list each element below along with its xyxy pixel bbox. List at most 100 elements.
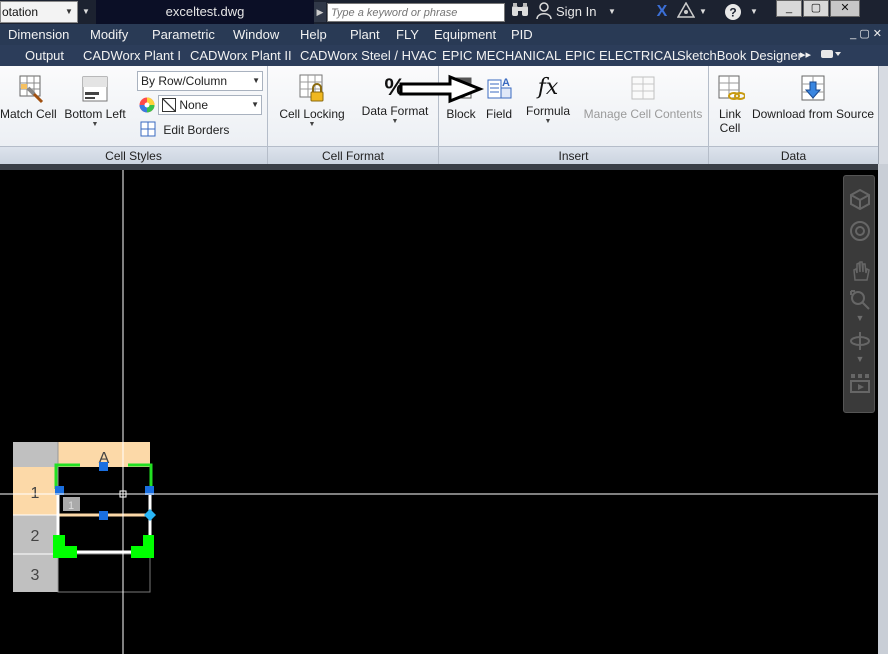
sign-in-link[interactable]: Sign In xyxy=(556,0,596,24)
chevron-down-icon[interactable]: ▼ xyxy=(748,2,760,22)
search-input[interactable] xyxy=(328,4,504,21)
steering-wheel-icon[interactable] xyxy=(847,220,873,247)
manage-cell-contents-label: Manage Cell Contents xyxy=(583,107,703,121)
ribbon-minimize-icon[interactable] xyxy=(820,45,842,66)
table-grip[interactable] xyxy=(131,546,154,558)
chevron-down-icon: ▼ xyxy=(308,121,316,128)
link-cell-label-line1: Link xyxy=(718,107,741,121)
download-from-source-icon xyxy=(750,72,876,107)
chevron-down-icon[interactable]: ▼ xyxy=(847,354,873,364)
tab-cadworx-steel-hvac[interactable]: CADWorx Steel / HVAC xyxy=(300,45,437,66)
search-expand-icon[interactable]: ▶ xyxy=(314,2,326,22)
insert-field-button[interactable]: A Field xyxy=(481,72,517,121)
tab-epic-electrical[interactable]: EPIC ELECTRICAL xyxy=(565,45,679,66)
close-button[interactable]: ✕ xyxy=(830,0,860,17)
match-cell-button[interactable]: Match Cell xyxy=(0,72,57,121)
chevron-down-icon[interactable]: ▼ xyxy=(697,2,709,22)
tab-sketchbook-designer[interactable]: SketchBook Designer xyxy=(677,45,802,66)
minimize-button[interactable]: _ xyxy=(776,0,802,17)
data-format-label: Data Format xyxy=(361,104,429,118)
panel-title-insert: Insert xyxy=(439,146,708,164)
row-header-label: 2 xyxy=(31,528,40,545)
orbit-icon[interactable] xyxy=(847,330,873,357)
manage-cell-contents-icon xyxy=(582,72,704,107)
fill-color-dropdown[interactable]: None ▼ xyxy=(158,95,262,115)
cell-locking-button[interactable]: Cell Locking ▼ xyxy=(274,72,350,129)
menu-bar: Dimension Modify Parametric Window Help … xyxy=(0,24,888,45)
tab-cadworx-plant-2[interactable]: CADWorx Plant II xyxy=(190,45,292,66)
navigation-bar: ▼ ▼ xyxy=(843,175,875,413)
drawing-canvas[interactable]: A 1 2 3 1 xyxy=(0,170,888,654)
menu-pid[interactable]: PID xyxy=(511,24,533,45)
cell-locking-label: Cell Locking xyxy=(279,107,345,121)
tab-output[interactable]: Output xyxy=(25,45,64,66)
user-icon[interactable] xyxy=(535,2,553,22)
help-icon[interactable]: ? xyxy=(722,2,744,22)
no-fill-swatch-icon xyxy=(162,98,176,112)
document-window-controls[interactable]: _ ▢ ✕ xyxy=(850,24,882,45)
menu-help[interactable]: Help xyxy=(300,24,327,45)
table-corner-cell xyxy=(13,442,58,467)
background-fill-color-wheel-icon[interactable] xyxy=(138,96,156,114)
svg-text:?: ? xyxy=(729,6,736,20)
showmotion-icon[interactable] xyxy=(847,372,873,399)
manage-cell-contents-button[interactable]: Manage Cell Contents xyxy=(582,72,704,121)
right-scroll-edge xyxy=(878,164,888,654)
chevron-down-icon: ▼ xyxy=(91,121,99,128)
formula-fx-icon: fx xyxy=(537,75,559,100)
zoom-extents-icon[interactable] xyxy=(847,289,873,316)
pan-hand-icon[interactable] xyxy=(847,260,873,287)
chevron-down-icon: ▼ xyxy=(252,76,260,85)
menu-plant[interactable]: Plant xyxy=(350,24,380,45)
link-cell-button[interactable]: Link Cell xyxy=(712,72,748,135)
chevron-down-icon: ▼ xyxy=(65,7,73,16)
menu-window[interactable]: Window xyxy=(233,24,279,45)
download-from-source-button[interactable]: Download from Source xyxy=(750,72,876,121)
chevron-down-icon: ▼ xyxy=(544,118,552,125)
search-field[interactable] xyxy=(327,3,505,22)
menu-fly[interactable]: FLY xyxy=(396,24,419,45)
chevron-down-icon[interactable]: ▼ xyxy=(847,313,873,323)
cell-locking-icon xyxy=(274,72,350,107)
menu-equipment[interactable]: Equipment xyxy=(434,24,496,45)
drawing-svg: A 1 2 3 1 xyxy=(0,170,878,654)
cell-style-dropdown[interactable]: By Row/Column ▼ xyxy=(137,71,263,91)
field-label: Field xyxy=(485,107,512,121)
a360-icon[interactable] xyxy=(676,1,696,22)
edit-borders-button[interactable]: Edit Borders xyxy=(140,121,229,137)
more-tabs-icon[interactable]: ▸▸ xyxy=(800,45,811,66)
title-bar: otation ▼ ▼ exceltest.dwg ▶ Sign In ▼ X … xyxy=(0,0,888,24)
table-grip[interactable] xyxy=(99,511,108,520)
cell-style-value: By Row/Column xyxy=(141,74,228,88)
binoculars-icon[interactable] xyxy=(510,2,530,22)
menu-parametric[interactable]: Parametric xyxy=(152,24,215,45)
block-label: Block xyxy=(446,107,476,121)
row-header-label: 3 xyxy=(31,567,40,584)
maximize-button[interactable]: ▢ xyxy=(803,0,829,17)
edit-borders-label: Edit Borders xyxy=(163,123,230,137)
formula-label: Formula xyxy=(525,104,570,118)
formula-button[interactable]: fx Formula ▼ xyxy=(522,72,574,126)
panel-title-data: Data xyxy=(709,146,878,164)
match-cell-icon xyxy=(0,72,56,107)
ribbon-tab-bar: Output CADWorx Plant I CADWorx Plant II … xyxy=(0,45,888,66)
bottom-left-alignment-button[interactable]: Bottom Left ▼ xyxy=(60,74,130,129)
chevron-down-icon: ▼ xyxy=(251,100,259,109)
workspace-dropdown[interactable]: otation ▼ xyxy=(0,1,78,23)
chevron-down-icon[interactable]: ▼ xyxy=(606,2,618,22)
viewcube-icon[interactable] xyxy=(847,188,873,215)
link-cell-icon xyxy=(712,72,748,107)
table-grip[interactable] xyxy=(99,462,108,471)
menu-dimension[interactable]: Dimension xyxy=(8,24,69,45)
tab-cadworx-plant-1[interactable]: CADWorx Plant I xyxy=(83,45,181,66)
table-cell[interactable] xyxy=(57,553,151,593)
quick-access-dropdown-icon[interactable]: ▼ xyxy=(80,3,92,21)
tab-epic-mechanical[interactable]: EPIC MECHANICAL xyxy=(442,45,561,66)
svg-text:A: A xyxy=(502,77,510,89)
match-cell-label: Match Cell xyxy=(0,107,57,121)
panel-title-cell-format: Cell Format xyxy=(268,146,438,164)
exchange-x-icon[interactable]: X xyxy=(652,2,672,22)
menu-modify[interactable]: Modify xyxy=(90,24,128,45)
ribbon-scroll-edge xyxy=(878,66,888,164)
table-grip[interactable] xyxy=(53,546,77,558)
